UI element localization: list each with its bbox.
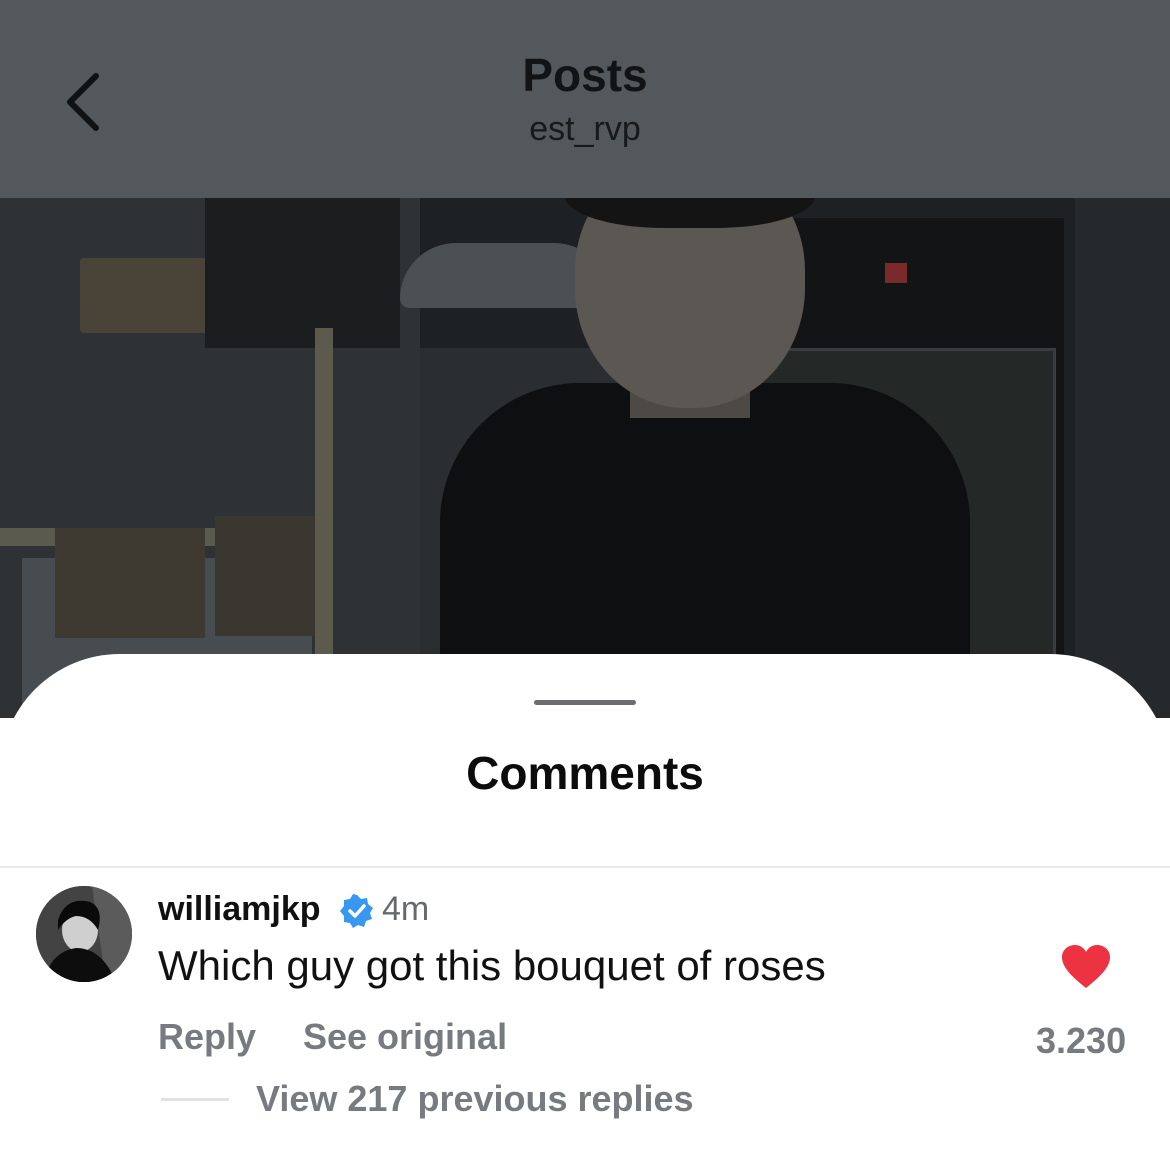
avatar-image [36,886,132,982]
see-original-button[interactable]: See original [303,1016,507,1058]
sheet-title: Comments [466,747,704,799]
background-label [885,263,907,283]
background-basket [215,516,325,636]
reply-button[interactable]: Reply [158,1016,256,1058]
background-basket [55,528,205,638]
replies-divider-line [161,1098,229,1101]
background-wall [1075,198,1170,718]
like-count: 3.230 [1036,1020,1127,1061]
like-button[interactable] [1061,944,1111,990]
page-subtitle: est_rvp [529,110,641,148]
divider [0,866,1170,868]
view-previous-replies-button[interactable]: View 217 previous replies [256,1078,694,1120]
post-video[interactable] [0,198,1170,718]
verified-badge-icon [340,894,373,928]
sheet-grabber[interactable] [534,700,636,705]
heart-icon [1062,945,1110,988]
comment-timestamp: 4m [382,890,430,928]
comment-username[interactable]: williamjkp [158,890,321,929]
background-speaker [205,198,400,348]
page-title: Posts [522,49,648,101]
background-basket [80,258,210,333]
comment-text: Which guy got this bouquet of roses [158,942,826,989]
avatar[interactable] [36,886,132,982]
top-navigation-bar: Posts est_rvp [0,0,1170,198]
